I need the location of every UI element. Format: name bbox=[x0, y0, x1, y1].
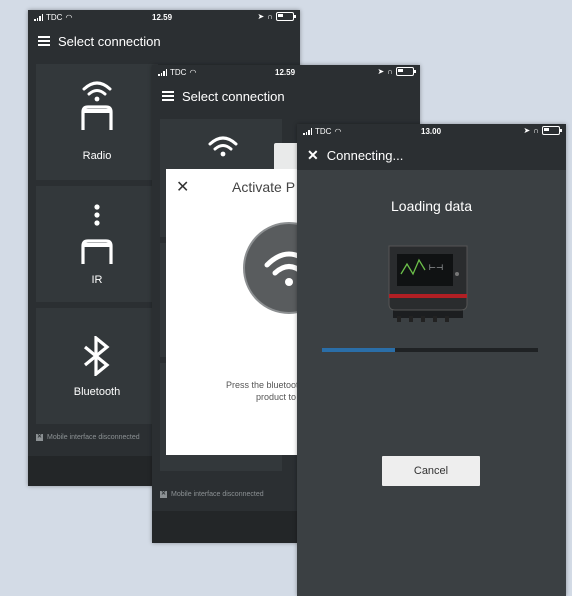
connection-status: ✕ Mobile interface disconnected bbox=[160, 491, 264, 498]
tile-label: IR bbox=[91, 274, 103, 286]
wifi-status-icon: ◠ bbox=[189, 68, 197, 77]
status-bar: TDC ◠ 12.59 ➤ ∩ bbox=[28, 10, 300, 26]
app-header: Select connection bbox=[28, 26, 300, 56]
page-title: Connecting... bbox=[326, 147, 404, 163]
connection-tile-bluetooth[interactable]: Bluetooth bbox=[36, 308, 158, 424]
carrier-label: TDC bbox=[170, 68, 187, 77]
clock: 12.59 bbox=[152, 13, 173, 22]
headphones-icon: ∩ bbox=[533, 126, 539, 135]
connection-status-text: Mobile interface disconnected bbox=[47, 434, 140, 441]
ir-icon bbox=[81, 204, 113, 264]
tile-label: Radio bbox=[82, 150, 112, 162]
phone-screen-connecting: TDC ◠ 13.00 ➤ ∩ ✕ Connecting... Loading da… bbox=[297, 124, 566, 596]
loading-progress-fill bbox=[322, 348, 396, 352]
close-icon[interactable]: ✕ bbox=[176, 177, 189, 197]
disconnected-icon: ✕ bbox=[36, 434, 43, 441]
battery-icon bbox=[542, 126, 562, 135]
svg-text:⊢⊣: ⊢⊣ bbox=[429, 263, 443, 272]
status-bar: TDC ◠ 13.00 ➤ ∩ bbox=[297, 124, 566, 140]
wifi-icon bbox=[208, 136, 238, 157]
bluetooth-icon bbox=[83, 336, 110, 376]
menu-icon[interactable] bbox=[162, 91, 174, 101]
signal-icon bbox=[303, 128, 312, 135]
close-icon[interactable]: ✕ bbox=[307, 147, 319, 164]
headphones-icon: ∩ bbox=[267, 12, 273, 21]
connection-tile-ir[interactable]: IR bbox=[36, 186, 158, 302]
connection-tile-radio[interactable]: Radio bbox=[36, 64, 158, 180]
loading-text: Loading data bbox=[391, 198, 472, 214]
location-icon: ➤ bbox=[377, 67, 385, 76]
page-title: Select connection bbox=[58, 33, 161, 49]
connection-status: ✕ Mobile interface disconnected bbox=[36, 434, 140, 441]
battery-icon bbox=[396, 67, 416, 76]
app-header: ✕ Connecting... bbox=[297, 140, 566, 170]
carrier-label: TDC bbox=[315, 127, 332, 136]
headphones-icon: ∩ bbox=[387, 67, 393, 76]
wifi-status-icon: ◠ bbox=[65, 13, 73, 22]
location-icon: ➤ bbox=[523, 126, 531, 135]
dialog-title: Activate P bbox=[232, 179, 296, 195]
carrier-label: TDC bbox=[46, 13, 63, 22]
battery-icon bbox=[276, 12, 296, 21]
controller-device-image: ⊢⊣ bbox=[388, 245, 468, 322]
disconnected-icon: ✕ bbox=[160, 491, 167, 498]
signal-icon bbox=[34, 14, 43, 21]
signal-icon bbox=[158, 69, 167, 76]
page-title: Select connection bbox=[182, 88, 285, 104]
loading-progress-track bbox=[322, 348, 538, 352]
app-header: Select connection bbox=[152, 81, 420, 111]
cancel-button[interactable]: Cancel bbox=[382, 456, 480, 486]
wifi-icon bbox=[81, 81, 113, 130]
menu-icon[interactable] bbox=[38, 36, 50, 46]
tile-label: Bluetooth bbox=[73, 386, 121, 398]
wifi-status-icon: ◠ bbox=[334, 127, 342, 136]
clock: 13.00 bbox=[421, 127, 442, 136]
status-bar: TDC ◠ 12.59 ➤ ∩ bbox=[152, 65, 420, 81]
location-icon: ➤ bbox=[257, 12, 265, 21]
clock: 12.59 bbox=[275, 68, 296, 77]
connection-status-text: Mobile interface disconnected bbox=[171, 491, 264, 498]
